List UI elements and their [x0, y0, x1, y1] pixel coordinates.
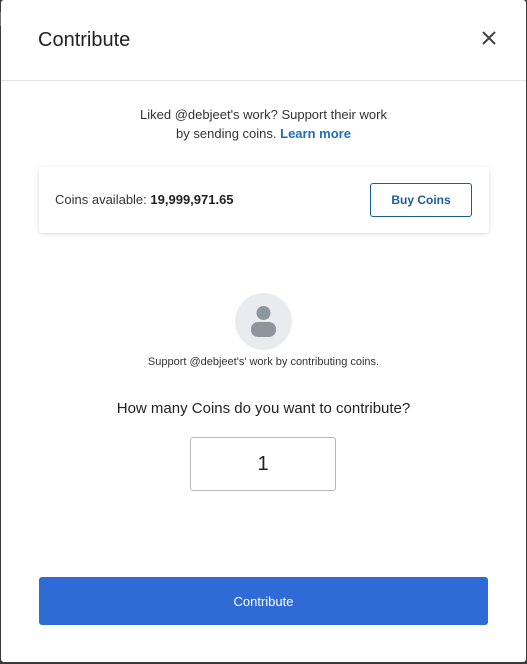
coins-available-card: Coins available: 19,999,971.65 Buy Coins [39, 167, 489, 233]
user-avatar-icon [251, 306, 276, 337]
intro-line-1: Liked @debjeet's work? Support their wor… [140, 107, 387, 122]
contribute-button[interactable]: Contribute [39, 577, 488, 625]
avatar [235, 293, 292, 350]
intro-line-2-prefix: by sending coins. [176, 126, 277, 141]
close-icon [482, 31, 496, 45]
intro-text: Liked @debjeet's work? Support their wor… [1, 105, 526, 143]
close-button[interactable] [477, 26, 501, 50]
coins-available-label: Coins available: [55, 192, 147, 207]
dialog-header: Contribute [1, 0, 526, 81]
learn-more-link[interactable]: Learn more [280, 126, 351, 141]
buy-coins-button[interactable]: Buy Coins [370, 183, 472, 217]
support-message: Support @debjeet's' work by contributing… [147, 356, 380, 368]
contribution-question: How many Coins do you want to contribute… [116, 400, 411, 417]
dialog-title: Contribute [38, 29, 131, 51]
contribute-dialog: Contribute Liked @debjeet's work? Suppor… [1, 0, 526, 662]
intro-line-2: by sending coins. Learn more [1, 124, 526, 143]
coin-amount-input[interactable] [190, 437, 336, 491]
coins-available-value: 19,999,971.65 [150, 192, 234, 207]
coins-available: Coins available: 19,999,971.65 [55, 192, 234, 207]
